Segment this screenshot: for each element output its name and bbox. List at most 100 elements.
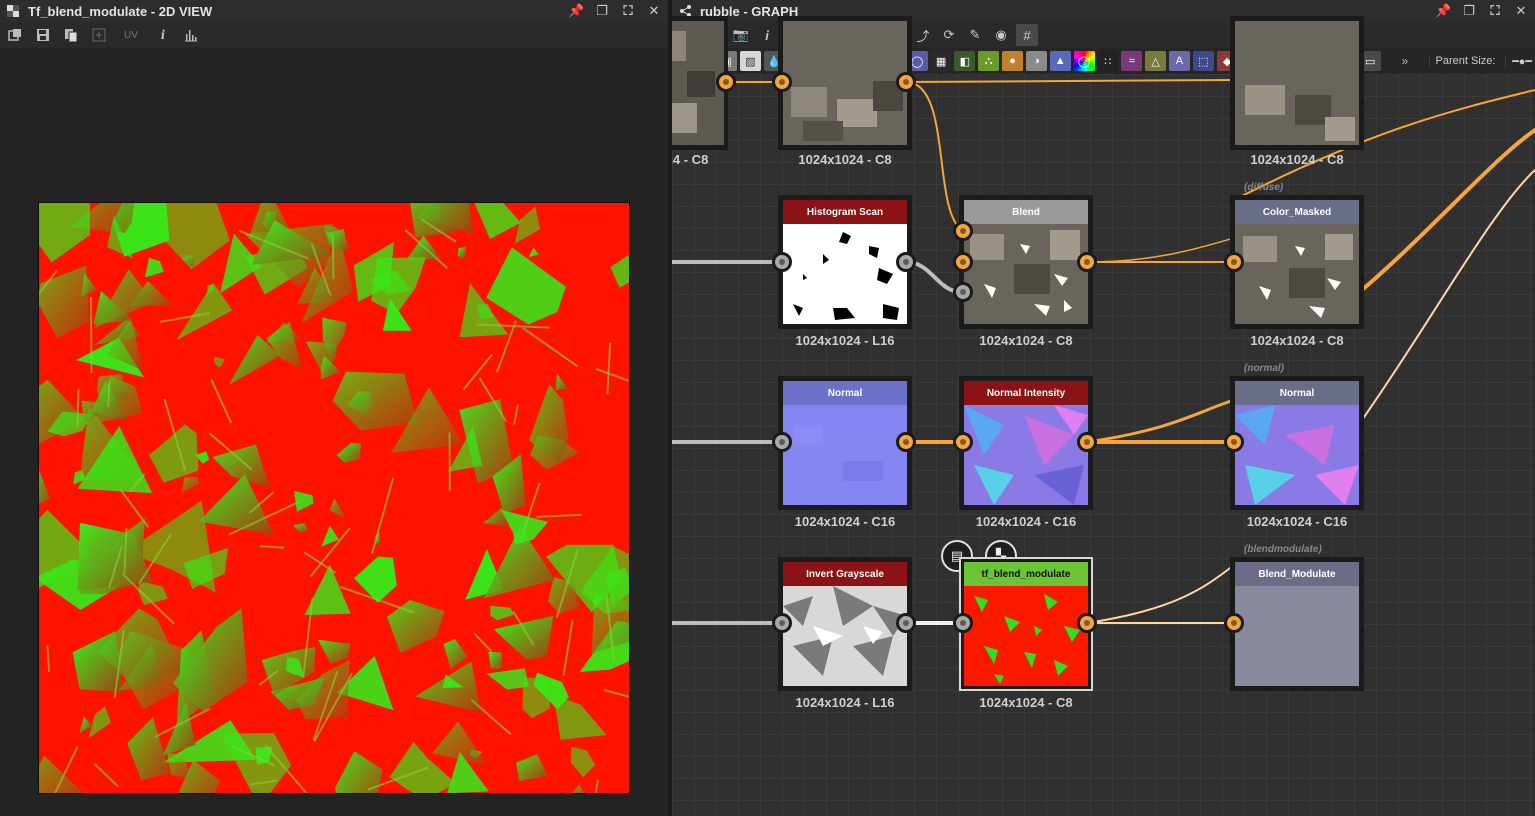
node-label: 1024x1024 - C8 bbox=[798, 152, 892, 167]
node-title: Color_Masked bbox=[1235, 200, 1359, 224]
input-port[interactable] bbox=[953, 432, 973, 452]
warp-icon[interactable]: ≈ bbox=[1121, 51, 1143, 71]
node-title: Blend bbox=[964, 200, 1088, 224]
maximize-icon[interactable]: ⛶ bbox=[1487, 3, 1503, 19]
normal-map-thumbnail bbox=[964, 405, 1088, 505]
tiling-icon[interactable] bbox=[90, 26, 108, 44]
export-icon[interactable] bbox=[6, 26, 24, 44]
node-color-masked[interactable]: Color_Masked bbox=[1230, 195, 1364, 329]
tools-icon[interactable]: ✎ bbox=[964, 24, 986, 46]
node-tag: (diffuse) bbox=[1244, 182, 1284, 193]
paint-icon[interactable]: ⛬ bbox=[978, 51, 1000, 71]
maximize-icon[interactable]: ⛶ bbox=[620, 3, 636, 19]
output-port[interactable] bbox=[1077, 613, 1097, 633]
histogram-icon[interactable] bbox=[182, 26, 200, 44]
cube-icon[interactable]: ◧ bbox=[954, 51, 976, 71]
view-2d-title: Tf_blend_modulate - 2D VIEW bbox=[28, 3, 213, 19]
node-top-right[interactable] bbox=[1230, 16, 1364, 150]
node-label: 24 - C8 bbox=[672, 152, 709, 167]
output-port[interactable] bbox=[1077, 432, 1097, 452]
tile-icon[interactable]: ▦ bbox=[930, 51, 952, 71]
input-port[interactable] bbox=[772, 613, 792, 633]
mountain-icon[interactable]: ▲ bbox=[1049, 51, 1071, 71]
node-blend-modulate-output[interactable]: Blend_Modulate bbox=[1230, 557, 1364, 691]
uv-dropdown[interactable]: UV bbox=[118, 26, 144, 44]
node-tag: (normal) bbox=[1244, 363, 1284, 374]
node-label: 1024x1024 - C8 bbox=[979, 333, 1073, 348]
info-icon[interactable]: i bbox=[154, 26, 172, 44]
input-port[interactable] bbox=[1224, 613, 1244, 633]
input-port-mask[interactable] bbox=[953, 282, 973, 302]
node-tf-blend-modulate[interactable]: tf_blend_modulate bbox=[959, 557, 1093, 691]
node-label: 1024x1024 - C8 bbox=[1250, 333, 1344, 348]
camera-icon[interactable]: 📷 bbox=[730, 24, 752, 46]
color-wheel-icon[interactable]: ◯ bbox=[1073, 51, 1095, 71]
node-label: 1024x1024 - L16 bbox=[795, 695, 895, 710]
graph-panel[interactable]: rubble - GRAPH 📌 ❐ ⛶ ✕ ⛶ ✥ 📷 i ⌕ ⊟ ⊞ ▤ ●… bbox=[672, 0, 1535, 816]
texture-preview[interactable] bbox=[38, 202, 630, 794]
output-port[interactable] bbox=[1077, 252, 1097, 272]
node-label: 1024x1024 - L16 bbox=[795, 333, 895, 348]
text-icon[interactable]: A bbox=[1169, 51, 1190, 71]
more-button[interactable]: » bbox=[1402, 54, 1416, 68]
save-icon[interactable] bbox=[34, 26, 52, 44]
pattern-icon[interactable]: ▨ bbox=[739, 51, 761, 71]
light-icon[interactable]: △ bbox=[1145, 51, 1167, 71]
input-port-foreground[interactable] bbox=[953, 221, 973, 241]
input-port[interactable] bbox=[1224, 252, 1244, 272]
node-title: Normal bbox=[783, 381, 907, 405]
input-port[interactable] bbox=[772, 72, 792, 92]
node-title: Invert Grayscale bbox=[783, 562, 907, 586]
output-port[interactable] bbox=[896, 432, 916, 452]
input-port[interactable] bbox=[1224, 432, 1244, 452]
copy-icon[interactable] bbox=[62, 26, 80, 44]
refresh-icon[interactable]: ⟳ bbox=[938, 24, 960, 46]
link-mode-icon[interactable]: ━●━ bbox=[1505, 54, 1535, 68]
output-port[interactable] bbox=[716, 72, 736, 92]
input-port-background[interactable] bbox=[953, 252, 973, 272]
binary-icon[interactable]: ∷ bbox=[1097, 51, 1119, 71]
rubble-thumbnail bbox=[1235, 21, 1359, 145]
node-title: Normal Intensity bbox=[964, 381, 1088, 405]
output-port[interactable] bbox=[896, 252, 916, 272]
node-invert-grayscale[interactable]: Invert Grayscale bbox=[778, 557, 912, 691]
node-icon[interactable]: ● bbox=[1002, 51, 1023, 71]
link-icon[interactable]: ⤴ bbox=[912, 24, 934, 46]
node-label: 1024x1024 - C8 bbox=[979, 695, 1073, 710]
node-normal-output[interactable]: Normal bbox=[1230, 376, 1364, 510]
node-title: tf_blend_modulate bbox=[964, 562, 1088, 586]
half-icon[interactable]: ◑ bbox=[1025, 51, 1047, 71]
input-port[interactable] bbox=[772, 252, 792, 272]
rubble-thumbnail bbox=[783, 21, 907, 145]
mask-thumbnail bbox=[783, 224, 907, 324]
node-title: Normal bbox=[1235, 381, 1359, 405]
output-port[interactable] bbox=[896, 613, 916, 633]
output-port[interactable] bbox=[896, 72, 916, 92]
info-icon[interactable]: i bbox=[756, 24, 778, 46]
close-icon[interactable]: ✕ bbox=[1513, 3, 1529, 19]
node-label: 1024x1024 - C16 bbox=[794, 514, 896, 529]
node-title: Histogram Scan bbox=[783, 200, 907, 224]
node-histogram-scan[interactable]: Histogram Scan bbox=[778, 195, 912, 329]
select-icon[interactable]: ⬚ bbox=[1192, 51, 1214, 71]
input-port[interactable] bbox=[772, 432, 792, 452]
pin-icon[interactable]: 📌 bbox=[568, 3, 584, 19]
pin-icon[interactable]: 📌 bbox=[1435, 3, 1451, 19]
node-normal-intensity[interactable]: Normal Intensity bbox=[959, 376, 1093, 510]
input-port[interactable] bbox=[953, 613, 973, 633]
grid-snap-icon[interactable]: # bbox=[1016, 24, 1038, 46]
close-icon[interactable]: ✕ bbox=[646, 3, 662, 19]
node-tag: (blendmodulate) bbox=[1244, 544, 1322, 555]
rubble-thumbnail bbox=[1235, 224, 1359, 324]
float-icon[interactable]: ❐ bbox=[1461, 3, 1477, 19]
checker-icon bbox=[6, 4, 20, 18]
float-icon[interactable]: ❐ bbox=[594, 3, 610, 19]
record-icon[interactable]: ◉ bbox=[990, 24, 1012, 46]
node-label: 1024x1024 - C8 bbox=[1250, 152, 1344, 167]
node-blend[interactable]: Blend bbox=[959, 195, 1093, 329]
parent-size-label[interactable]: Parent Size: bbox=[1428, 55, 1497, 67]
node-top-mid[interactable] bbox=[778, 16, 912, 150]
view-2d-toolbar: UV i bbox=[0, 22, 668, 48]
node-normal[interactable]: Normal bbox=[778, 376, 912, 510]
view-2d-panel: Tf_blend_modulate - 2D VIEW 📌 ❐ ⛶ ✕ UV i bbox=[0, 0, 668, 816]
